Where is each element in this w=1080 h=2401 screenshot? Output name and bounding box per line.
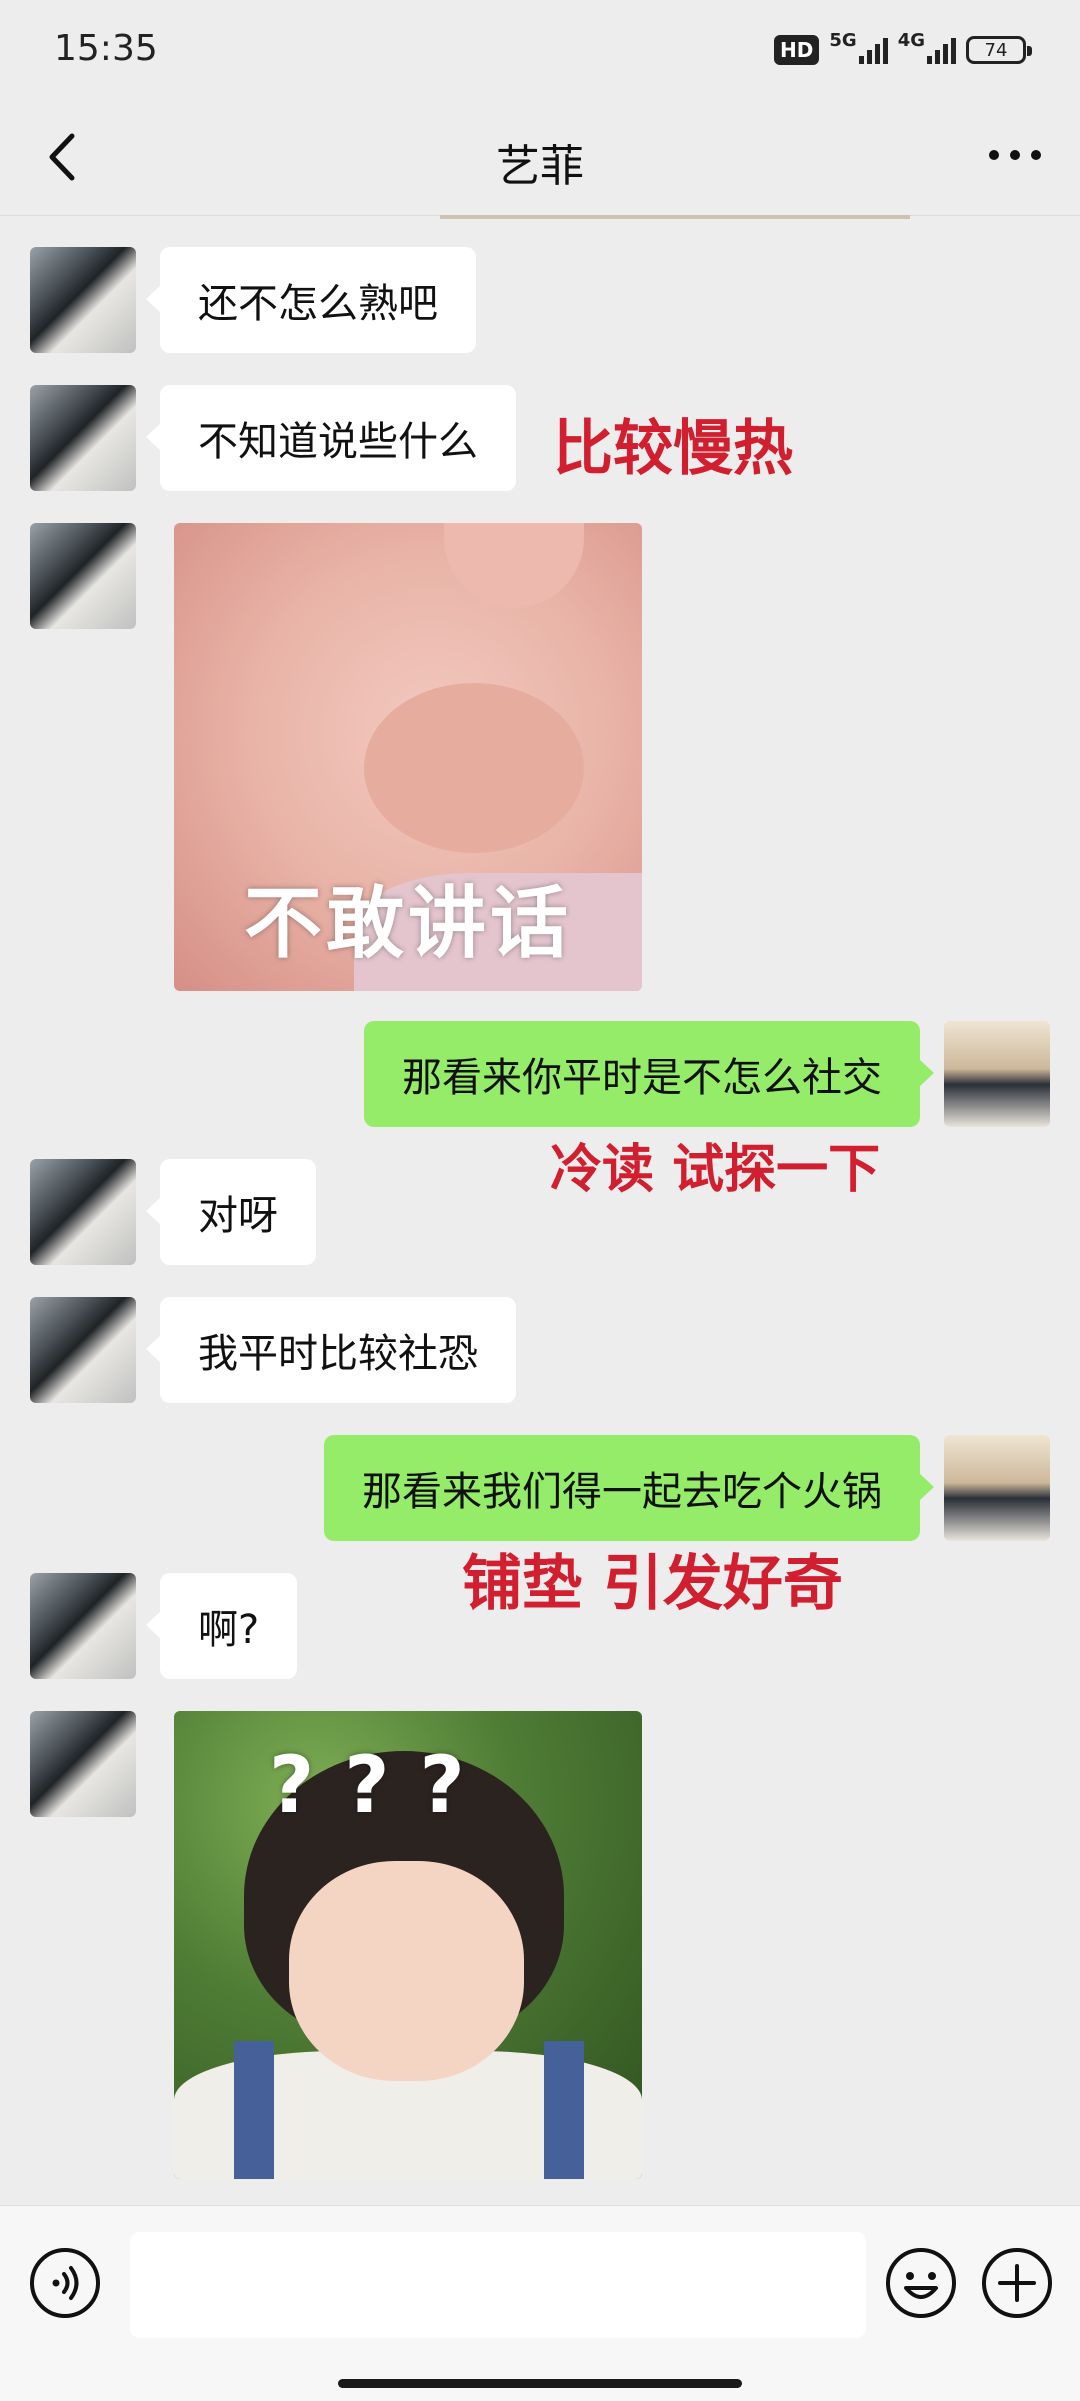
sticker-caption: ??? bbox=[269, 1741, 495, 1831]
avatar-me[interactable] bbox=[944, 1435, 1050, 1541]
message-bubble-outgoing[interactable]: 那看来我们得一起去吃个火锅 bbox=[324, 1435, 934, 1541]
avatar-her[interactable] bbox=[30, 523, 136, 629]
avatar-her[interactable] bbox=[30, 1573, 136, 1679]
chat-header: 艺菲 bbox=[0, 100, 1080, 216]
emoji-icon bbox=[886, 2248, 956, 2318]
message-bubble-incoming[interactable]: 啊? bbox=[145, 1573, 298, 1679]
voice-icon bbox=[30, 2248, 100, 2318]
sticker-caption: 不敢讲话 bbox=[243, 879, 572, 969]
sticker-strap-shape bbox=[544, 2041, 584, 2179]
voice-button[interactable] bbox=[28, 2246, 102, 2320]
avatar-her[interactable] bbox=[30, 385, 136, 491]
sticker-image[interactable]: 不敢讲话 bbox=[174, 523, 642, 991]
more-button[interactable] bbox=[980, 130, 1050, 180]
message-bubble-incoming[interactable]: 还不怎么熟吧 bbox=[146, 247, 476, 353]
avatar-her[interactable] bbox=[30, 1297, 136, 1403]
annotation-label: 比较慢热 bbox=[553, 414, 793, 484]
annotation-label: 冷读 试探一下 bbox=[550, 1140, 881, 1200]
input-bar bbox=[0, 2205, 1080, 2401]
signal-5g-icon bbox=[858, 36, 888, 64]
message-bubble-incoming[interactable]: 对呀 bbox=[146, 1159, 316, 1265]
message-input[interactable] bbox=[130, 2232, 866, 2338]
avatar-her[interactable] bbox=[30, 247, 136, 353]
avatar-her[interactable] bbox=[30, 1711, 136, 1817]
plus-icon bbox=[982, 2248, 1052, 2318]
chat-title: 艺菲 bbox=[496, 141, 584, 192]
avatar-me[interactable] bbox=[944, 1021, 1050, 1127]
message-bubble-outgoing[interactable]: 那看来你平时是不怎么社交 bbox=[364, 1021, 934, 1127]
sticker-lip-shape bbox=[364, 683, 584, 853]
message-bubble-incoming[interactable]: 不知道说些什么 bbox=[146, 385, 516, 491]
emoji-button[interactable] bbox=[884, 2246, 958, 2320]
sticker-face-shape bbox=[289, 1861, 524, 2081]
more-dots-icon bbox=[989, 150, 1041, 160]
status-time: 15:35 bbox=[54, 28, 158, 69]
avatar-her[interactable] bbox=[30, 1159, 136, 1265]
signal-4g-icon bbox=[927, 36, 956, 64]
annotation-label: 铺垫 引发好奇 bbox=[462, 1549, 843, 1619]
message-bubble-incoming[interactable]: 我平时比较社恐 bbox=[146, 1297, 516, 1403]
sticker-strap-shape bbox=[234, 2041, 274, 2179]
plus-button[interactable] bbox=[980, 2246, 1054, 2320]
sticker-nose-shape bbox=[444, 523, 584, 608]
status-icons: HD 5G 4G 74 bbox=[774, 29, 1032, 70]
hd-icon: HD bbox=[774, 35, 820, 65]
network-5g-label: 5G bbox=[829, 29, 857, 51]
home-indicator[interactable] bbox=[338, 2379, 742, 2388]
battery-icon: 74 bbox=[966, 36, 1032, 64]
chat-messages[interactable]: 还不怎么熟吧 不知道说些什么 比较慢热 不敢讲话 那看来你平时是不怎么社交 冷读… bbox=[0, 215, 1080, 2205]
previous-image-edge bbox=[440, 215, 910, 219]
status-bar: 15:35 HD 5G 4G 74 bbox=[0, 0, 1080, 100]
sticker-image[interactable]: ??? bbox=[174, 1711, 642, 2179]
network-4g-label: 4G bbox=[897, 29, 925, 51]
